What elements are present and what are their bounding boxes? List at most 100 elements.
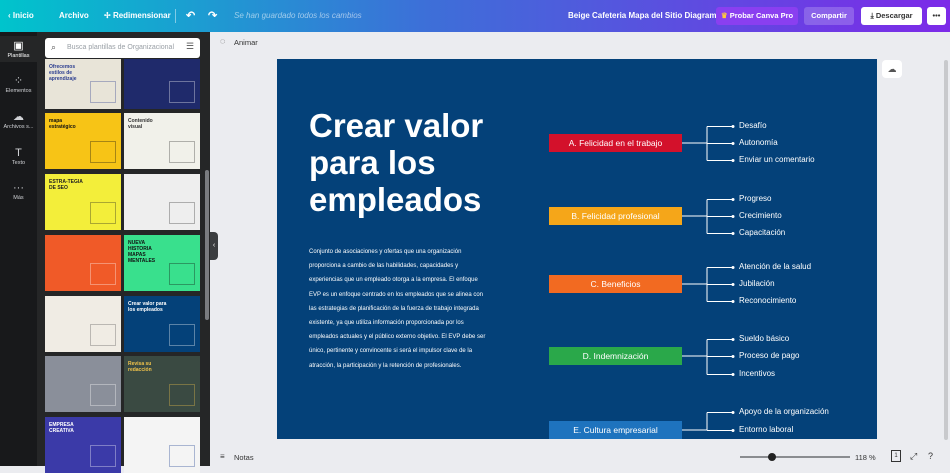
comment-icon[interactable]: ☁ — [882, 60, 902, 78]
rail-item-uploads[interactable]: ☁ Archivos s... — [0, 107, 37, 133]
leaf-label[interactable]: Sueldo básico — [739, 334, 789, 343]
rail-item-more[interactable]: ··· Más — [0, 178, 37, 204]
leaf-label[interactable]: Progreso — [739, 194, 771, 203]
connector-dot — [731, 125, 735, 128]
design-canvas[interactable]: Crear valor para los empleados Conjunto … — [277, 59, 877, 439]
filter-icon[interactable]: ☰ — [186, 41, 194, 52]
animate-icon: ◌ — [220, 36, 226, 46]
thumbnail-graphic — [90, 324, 116, 346]
template-thumbnail[interactable] — [124, 59, 200, 109]
document-title[interactable]: Beige Cafeteria Mapa del Sitio Diagrama — [568, 0, 721, 32]
template-search-input[interactable]: Busca plantillas de Organizacional — [45, 38, 200, 58]
template-thumbnail[interactable]: Ofrecemos estilos de aprendizaje — [45, 59, 121, 109]
leaf-label[interactable]: Reconocimiento — [739, 296, 796, 305]
zoom-slider[interactable] — [740, 456, 850, 458]
home-button[interactable]: ‹ Inicio — [8, 0, 34, 32]
fullscreen-icon[interactable]: ⤢ — [910, 451, 917, 462]
leaf-label[interactable]: Atención de la salud — [739, 262, 811, 271]
page-count[interactable]: 1 — [891, 450, 901, 462]
connector-dot — [731, 198, 735, 201]
template-thumbnail-title: NUEVA HISTORIA MAPAS MENTALES — [128, 240, 156, 264]
template-thumbnail[interactable] — [45, 356, 121, 412]
left-rail: ▣ Plantillas ⁘ Elementos ☁ Archivos s...… — [0, 32, 37, 466]
more-icon: ··· — [13, 182, 24, 194]
try-pro-button[interactable]: ♛ Probar Canva Pro — [716, 7, 798, 25]
leaf-label[interactable]: Proceso de pago — [739, 351, 800, 360]
template-thumbnail[interactable]: Crear valor para los empleados — [124, 296, 200, 352]
leaf-label[interactable]: Jubilación — [739, 279, 775, 288]
undo-icon[interactable]: ↶ — [186, 0, 195, 32]
connector-dot — [731, 429, 735, 432]
zoom-slider-handle[interactable] — [768, 453, 776, 461]
thumbnail-graphic — [169, 384, 195, 406]
category-box[interactable]: B. Felicidad profesional — [549, 207, 682, 225]
search-icon: ⌕ — [51, 42, 57, 52]
redo-icon[interactable]: ↷ — [208, 0, 217, 32]
thumbnail-graphic — [169, 141, 195, 163]
template-thumbnail-title: EMPRESA CREATIVA — [49, 422, 74, 434]
resize-button[interactable]: ✢ Redimensionar — [104, 0, 171, 32]
category-box[interactable]: E. Cultura empresarial — [549, 421, 682, 439]
thumbnail-graphic — [90, 263, 116, 285]
leaf-label[interactable]: Entorno laboral — [739, 425, 793, 434]
download-button[interactable]: ⤓ Descargar — [861, 7, 922, 25]
thumbnail-graphic — [90, 445, 116, 467]
share-button[interactable]: Compartir — [804, 7, 854, 25]
editor-toolbar: ◌ Animar — [210, 32, 950, 52]
help-icon[interactable]: ? — [928, 451, 933, 461]
template-thumbnail[interactable] — [45, 296, 121, 352]
zoom-level[interactable]: 118 % — [855, 453, 876, 462]
template-thumbnail[interactable]: EMPRESA CREATIVA — [45, 417, 121, 473]
connector-dot — [731, 338, 735, 341]
leaf-label[interactable]: Autonomía — [739, 138, 778, 147]
template-thumbnail[interactable] — [124, 174, 200, 230]
save-status: Se han guardado todos los cambios — [234, 11, 362, 20]
template-thumbnail-title: Revisa su redacción — [128, 361, 152, 373]
connector-dot — [731, 159, 735, 162]
leaf-label[interactable]: Apoyo de la organización — [739, 407, 829, 416]
thumbnail-graphic — [169, 81, 195, 103]
collapse-panel-button[interactable]: ‹ — [210, 232, 218, 260]
category-box[interactable]: D. Indemnización — [549, 347, 682, 365]
template-thumbnail[interactable]: ESTRA-TEGIA DE SEO — [45, 174, 121, 230]
elements-icon: ⁘ — [13, 75, 24, 87]
panel-scrollbar[interactable] — [205, 170, 209, 320]
bottom-bar: ≡ Notas 118 % 1 ⤢ ? — [210, 448, 950, 466]
category-box[interactable]: C. Beneficios — [549, 275, 682, 293]
magic-icon: ✢ — [104, 11, 113, 20]
notes-button[interactable]: Notas — [234, 453, 254, 462]
connector-lines — [682, 125, 735, 432]
template-thumbnail[interactable] — [45, 235, 121, 291]
leaf-label[interactable]: Incentivos — [739, 369, 775, 378]
notes-icon: ≡ — [220, 452, 225, 461]
connector-dot — [731, 411, 735, 414]
canvas-scrollbar[interactable] — [944, 60, 948, 440]
thumbnail-graphic — [169, 445, 195, 467]
template-thumbnail[interactable]: Revisa su redacción — [124, 356, 200, 412]
connector-dot — [731, 300, 735, 303]
thumbnail-graphic — [169, 263, 195, 285]
more-options-button[interactable]: ••• — [927, 7, 946, 25]
rail-item-templates[interactable]: ▣ Plantillas — [0, 36, 37, 62]
category-box[interactable]: A. Felicidad en el trabajo — [549, 134, 682, 152]
leaf-label[interactable]: Capacitación — [739, 228, 785, 237]
template-thumbnail[interactable]: NUEVA HISTORIA MAPAS MENTALES — [124, 235, 200, 291]
rail-item-text[interactable]: T Texto — [0, 143, 37, 169]
divider — [175, 9, 176, 23]
template-thumbnail[interactable]: Contenido visual — [124, 113, 200, 169]
file-menu[interactable]: Archivo — [59, 0, 89, 32]
rail-item-elements[interactable]: ⁘ Elementos — [0, 71, 37, 97]
template-thumbnail-title: mapa estratégico — [49, 118, 76, 130]
template-thumbnail[interactable] — [124, 417, 200, 473]
leaf-label[interactable]: Crecimiento — [739, 211, 782, 220]
leaf-label[interactable]: Desafío — [739, 121, 767, 130]
animate-button[interactable]: Animar — [234, 38, 258, 47]
connector-dot — [731, 266, 735, 269]
connector-dot — [731, 232, 735, 235]
template-thumbnail[interactable]: mapa estratégico — [45, 113, 121, 169]
connector-dot — [731, 142, 735, 145]
leaf-label[interactable]: Enviar un comentario — [739, 155, 815, 164]
thumbnail-graphic — [169, 202, 195, 224]
thumbnail-graphic — [90, 81, 116, 103]
thumbnail-graphic — [90, 141, 116, 163]
